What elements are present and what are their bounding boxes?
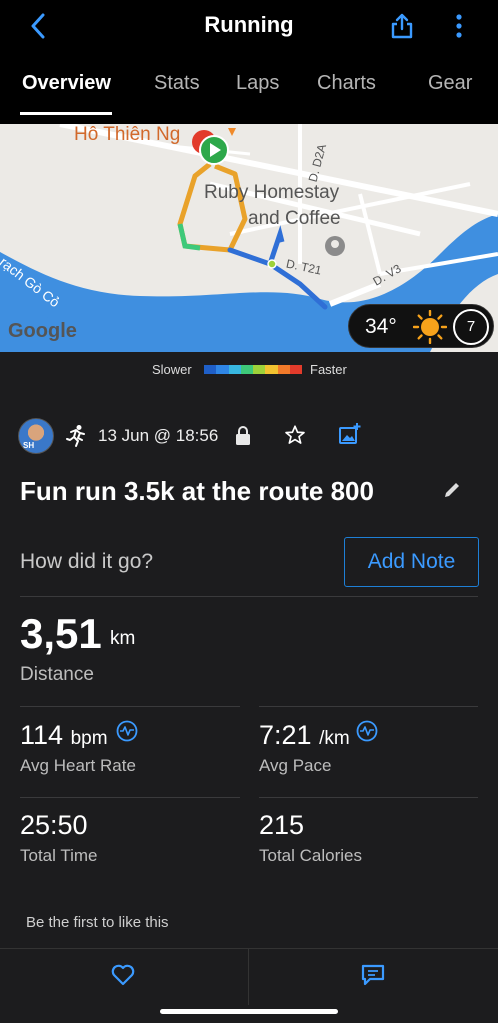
avatar-tag: SH — [23, 441, 35, 450]
legend-slower-label: Slower — [152, 362, 192, 377]
activity-title: Fun run 3.5k at the route 800 — [20, 476, 374, 506]
heart-rate-zone-icon[interactable] — [116, 720, 138, 742]
avatar[interactable]: SH — [18, 418, 54, 454]
bottom-action-bar — [0, 948, 498, 1023]
legend-color-swatch — [228, 365, 241, 374]
legend-faster-label: Faster — [310, 362, 347, 377]
total-time-label: Total Time — [20, 846, 98, 865]
pace-legend: Slower Faster — [0, 352, 498, 388]
more-vertical-icon — [456, 14, 462, 38]
star-icon[interactable] — [284, 424, 306, 446]
divider — [20, 797, 240, 798]
total-time-value: 25:50 — [20, 810, 88, 840]
top-bar: Running — [0, 0, 498, 52]
legend-color-swatch — [289, 365, 302, 374]
tab-gear[interactable]: Gear — [428, 72, 472, 95]
distance-label: Distance — [20, 664, 94, 685]
pace-unit: /km — [319, 728, 350, 749]
share-icon — [391, 13, 413, 39]
wind-speed-indicator: 7 — [453, 309, 489, 345]
pace-color-scale — [204, 365, 302, 374]
tab-bar: Overview Stats Laps Charts Gear — [0, 52, 498, 116]
heart-rate-label: Avg Heart Rate — [20, 756, 136, 775]
calories-label: Total Calories — [259, 846, 362, 865]
lock-icon[interactable] — [234, 426, 252, 446]
sunny-icon — [413, 310, 447, 344]
calories-value: 215 — [259, 810, 305, 840]
tab-laps[interactable]: Laps — [236, 72, 279, 95]
running-icon — [66, 425, 85, 447]
divider — [248, 949, 249, 1005]
legend-color-swatch — [216, 365, 229, 374]
active-tab-indicator — [20, 112, 112, 115]
heart-rate-stat: 114 bpm — [20, 720, 108, 751]
home-indicator — [160, 1009, 338, 1014]
tab-overview[interactable]: Overview — [22, 72, 111, 95]
heart-rate-unit: bpm — [70, 728, 108, 749]
pace-stat: 7:21 /km — [259, 720, 350, 751]
legend-color-swatch — [265, 365, 278, 374]
divider — [259, 797, 478, 798]
share-button[interactable] — [386, 10, 418, 42]
pace-value: 7:21 — [259, 720, 312, 750]
activity-details: SH 13 Jun @ 18:56 Fun run 3.5k at the ro… — [0, 388, 498, 1023]
legend-color-swatch — [240, 365, 253, 374]
more-options-button[interactable] — [446, 10, 472, 42]
divider — [20, 596, 478, 597]
activity-meta-row: SH 13 Jun @ 18:56 — [18, 418, 488, 456]
heart-rate-value: 114 — [20, 720, 64, 750]
like-heart-icon[interactable] — [110, 963, 136, 987]
tab-stats[interactable]: Stats — [154, 72, 200, 95]
distance-unit: km — [110, 628, 136, 649]
add-note-button[interactable]: Add Note — [344, 537, 479, 587]
page-title: Running — [204, 12, 294, 37]
comment-icon[interactable] — [360, 963, 386, 987]
likes-text: Be the first to like this — [26, 914, 169, 931]
divider — [20, 706, 240, 707]
note-prompt: How did it go? — [20, 550, 154, 573]
weather-temperature: 34° — [365, 315, 397, 338]
legend-color-swatch — [204, 365, 217, 374]
divider — [259, 706, 478, 707]
add-photo-icon[interactable] — [338, 422, 362, 446]
map-place-label: Hô Thiên Ng — [74, 124, 181, 145]
edit-pencil-icon[interactable] — [442, 480, 462, 500]
tab-charts[interactable]: Charts — [317, 72, 376, 95]
map-place-label: and Coffee — [248, 208, 341, 229]
map-place-label: Ruby Homestay — [204, 182, 340, 203]
legend-color-swatch — [253, 365, 266, 374]
pace-label: Avg Pace — [259, 756, 332, 775]
legend-color-swatch — [277, 365, 290, 374]
pace-zone-icon[interactable] — [356, 720, 378, 742]
google-logo: Google — [8, 320, 77, 342]
activity-date: 13 Jun @ 18:56 — [98, 426, 219, 445]
weather-badge: 34° 7 — [348, 304, 494, 348]
distance-value: 3,51 — [20, 610, 102, 657]
